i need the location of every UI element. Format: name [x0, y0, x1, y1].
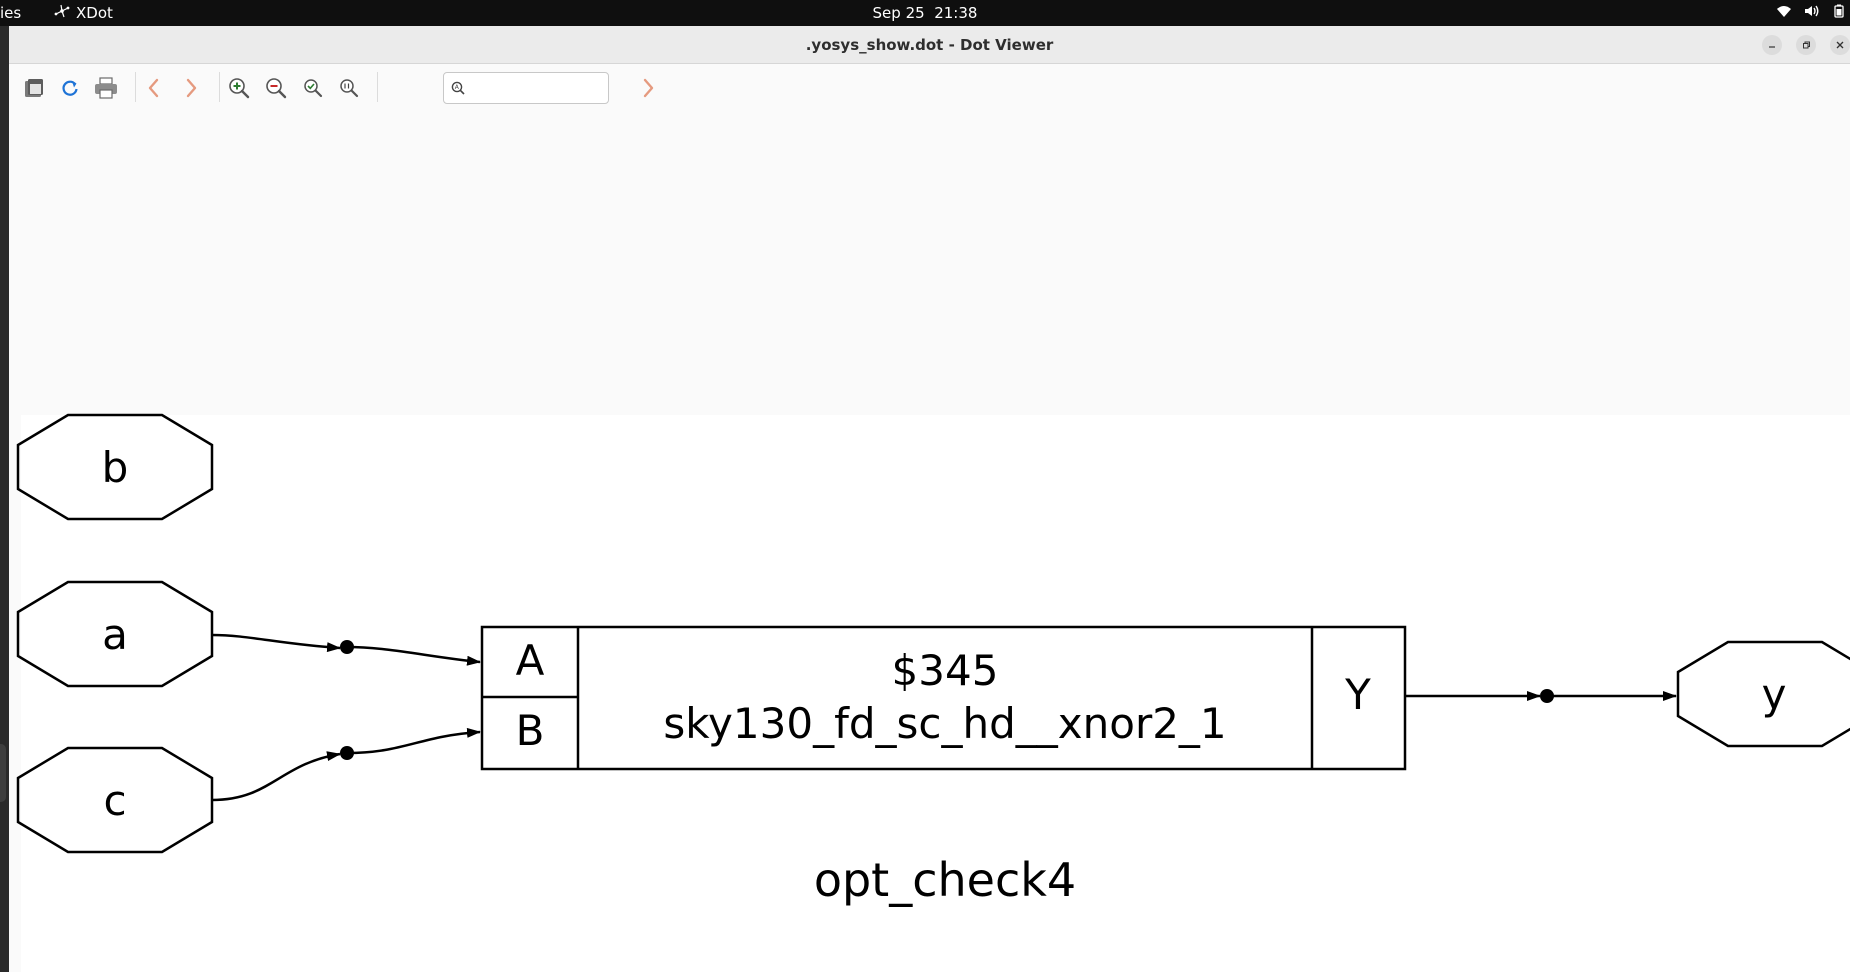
toolbar-separator	[135, 72, 136, 102]
dock-edge	[0, 26, 9, 972]
clock-date: Sep 25	[872, 4, 925, 22]
cell-type-label: sky130_fd_sc_hd__xnor2_1	[663, 699, 1226, 748]
zoom-fit-button[interactable]	[299, 74, 327, 102]
zoom-out-button[interactable]	[262, 74, 290, 102]
find-next-button[interactable]	[634, 74, 662, 102]
zoom-in-button[interactable]	[225, 74, 253, 102]
zoom-100-button[interactable]	[335, 74, 363, 102]
graph-drawing[interactable]: b a c A B $345 sky130_fd_sc_hd__xnor2_1 …	[9, 112, 1850, 972]
print-icon	[95, 77, 117, 99]
wifi-icon	[1776, 4, 1792, 18]
chevron-right-icon	[643, 78, 654, 98]
node-label-y: y	[1762, 670, 1787, 719]
edge-segment	[346, 645, 481, 666]
edge-segment	[346, 727, 481, 755]
zoom-fit-icon	[304, 79, 323, 98]
zoom-in-icon	[229, 78, 250, 99]
close-button[interactable]	[1830, 35, 1850, 55]
chevron-right-icon	[186, 78, 197, 98]
edge-c-to-B	[211, 727, 481, 802]
port-label-y: Y	[1344, 670, 1371, 719]
input-node-b[interactable]: b	[16, 413, 214, 521]
back-button[interactable]	[140, 74, 168, 102]
find-field[interactable]: A	[443, 72, 609, 104]
print-button[interactable]	[92, 74, 120, 102]
reload-icon	[62, 80, 78, 96]
volume-icon	[1804, 4, 1820, 18]
port-label-a: A	[516, 636, 545, 685]
toolbar: A	[9, 64, 1850, 112]
port-label-b: B	[516, 706, 545, 755]
toolbar-separator	[377, 72, 378, 102]
edge-Y-to-y	[1405, 689, 1677, 703]
svg-text:A: A	[455, 84, 460, 91]
chevron-left-icon	[148, 78, 159, 98]
edge-a-to-A	[211, 633, 481, 666]
zoom-out-icon	[266, 78, 287, 99]
dock-handle[interactable]	[0, 744, 6, 802]
find-input[interactable]	[470, 76, 608, 102]
input-node-c[interactable]: c	[16, 746, 214, 854]
output-node-y[interactable]: y	[1676, 640, 1850, 748]
cell-node-345[interactable]: A B $345 sky130_fd_sc_hd__xnor2_1 Y	[480, 625, 1407, 771]
edge-segment	[211, 633, 341, 653]
system-top-bar: ies XDot Sep 25 21:38	[0, 0, 1850, 26]
node-label-b: b	[102, 443, 129, 492]
restore-icon	[1803, 41, 1810, 49]
open-file-icon	[25, 79, 43, 97]
window-titlebar[interactable]: .yosys_show.dot - Dot Viewer	[9, 26, 1850, 64]
desktop-screen: ies XDot Sep 25 21:38 .yosys_show.dot - …	[0, 0, 1850, 972]
node-label-a: a	[102, 610, 128, 659]
graph-title: opt_check4	[814, 853, 1076, 907]
close-icon	[1836, 41, 1844, 49]
minimize-button[interactable]	[1762, 35, 1782, 55]
maximize-button[interactable]	[1796, 35, 1816, 55]
zoom-100-icon	[340, 79, 359, 98]
system-tray[interactable]	[1776, 4, 1846, 18]
open-button[interactable]	[20, 74, 48, 102]
window-title: .yosys_show.dot - Dot Viewer	[805, 36, 1054, 54]
cell-id-label: $345	[892, 646, 999, 695]
edge-segment	[211, 751, 341, 802]
toolbar-separator	[219, 72, 220, 102]
find-icon: A	[451, 81, 465, 95]
forward-button[interactable]	[177, 74, 205, 102]
dot-viewer-window: .yosys_show.dot - Dot Viewer A b a c A B…	[9, 26, 1850, 972]
clock[interactable]: Sep 25 21:38	[0, 4, 1850, 22]
input-node-a[interactable]: a	[16, 580, 214, 688]
reload-button[interactable]	[56, 74, 84, 102]
node-label-c: c	[103, 776, 126, 825]
battery-icon	[1832, 4, 1846, 18]
graph-canvas[interactable]: b a c A B $345 sky130_fd_sc_hd__xnor2_1 …	[9, 112, 1850, 972]
clock-time: 21:38	[934, 4, 978, 22]
minimize-icon	[1769, 46, 1775, 48]
